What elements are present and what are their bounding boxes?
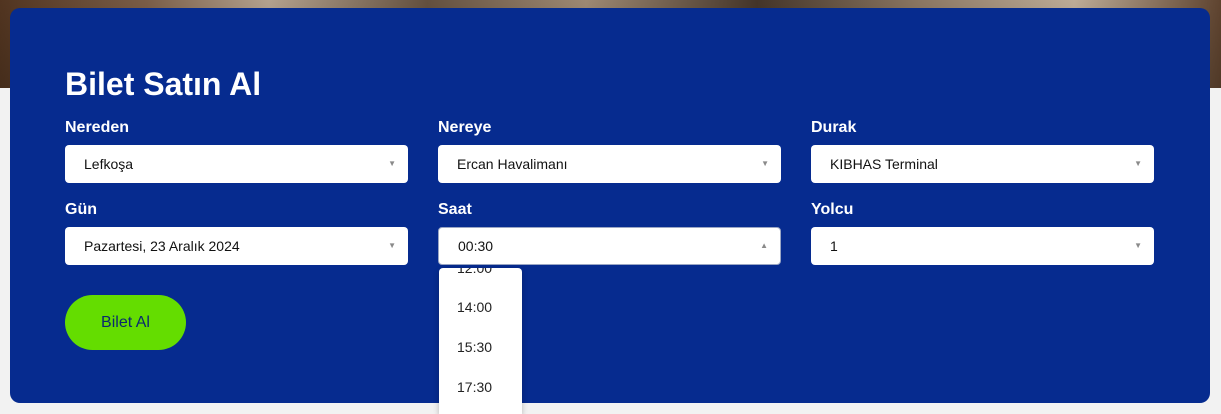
time-option[interactable]: 14:00 — [457, 299, 492, 315]
passenger-select[interactable]: 1 ▼ — [811, 227, 1154, 265]
time-option[interactable]: 15:30 — [457, 339, 492, 355]
time-value: 00:30 — [458, 238, 494, 254]
stop-select[interactable]: KIBHAS Terminal ▼ — [811, 145, 1154, 183]
chevron-up-icon: ▲ — [760, 241, 768, 250]
passenger-value: 1 — [830, 238, 838, 254]
from-value: Lefkoşa — [84, 156, 134, 172]
ticket-form-card: Bilet Satın Al Nereden Lefkoşa ▼ Nereye … — [10, 8, 1210, 403]
day-select[interactable]: Pazartesi, 23 Aralık 2024 ▼ — [65, 227, 408, 265]
stop-value: KIBHAS Terminal — [830, 156, 938, 172]
time-option[interactable]: 17:30 — [457, 379, 492, 395]
chevron-down-icon: ▼ — [1134, 241, 1142, 250]
to-label: Nereye — [438, 119, 492, 136]
chevron-down-icon: ▼ — [388, 241, 396, 250]
to-select[interactable]: Ercan Havalimanı ▼ — [438, 145, 781, 183]
time-option[interactable]: 12:00 — [457, 268, 492, 276]
chevron-down-icon: ▼ — [388, 159, 396, 168]
time-label: Saat — [438, 201, 472, 218]
to-value: Ercan Havalimanı — [457, 156, 568, 172]
form-title: Bilet Satın Al — [65, 66, 262, 102]
day-value: Pazartesi, 23 Aralık 2024 — [84, 238, 240, 254]
passenger-label: Yolcu — [811, 201, 854, 218]
stop-label: Durak — [811, 119, 857, 136]
time-select[interactable]: 00:30 ▲ — [438, 227, 781, 265]
from-select[interactable]: Lefkoşa ▼ — [65, 145, 408, 183]
buy-ticket-button[interactable]: Bilet Al — [65, 295, 186, 350]
time-dropdown-list[interactable]: 12:00 14:00 15:30 17:30 — [439, 268, 522, 414]
day-label: Gün — [65, 201, 97, 218]
from-label: Nereden — [65, 119, 130, 136]
chevron-down-icon: ▼ — [1134, 159, 1142, 168]
chevron-down-icon: ▼ — [761, 159, 769, 168]
